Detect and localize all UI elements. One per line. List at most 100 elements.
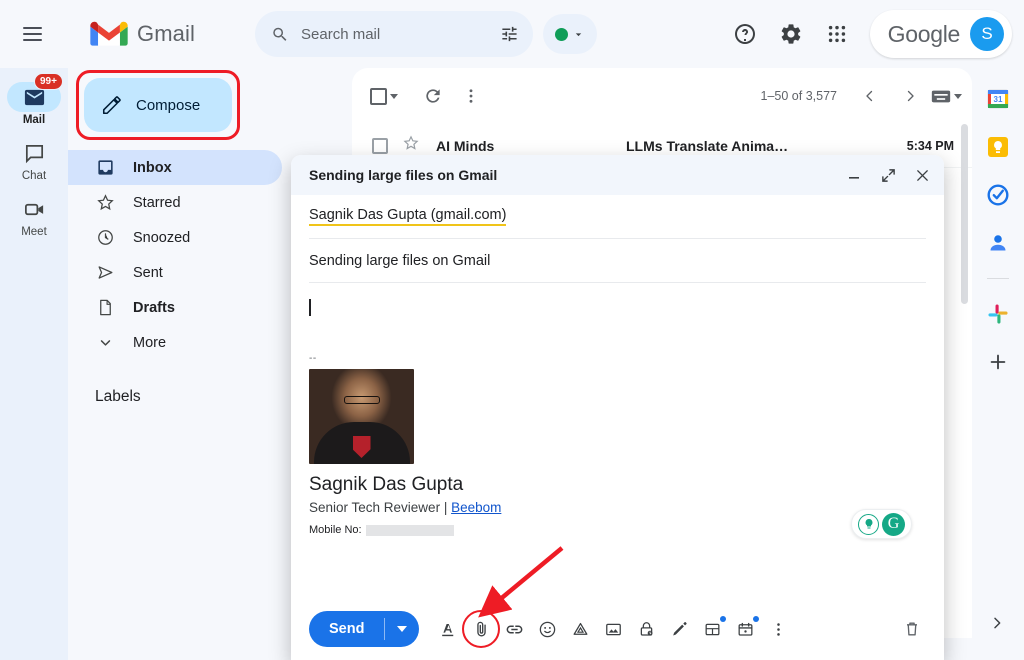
insert-emoji-icon[interactable] — [532, 614, 562, 644]
compose-body[interactable]: -- Sagnik Das Gupta Senior Tech Reviewer… — [309, 283, 926, 601]
signature-mobile: Mobile No: — [309, 524, 926, 536]
google-wordmark: Google — [888, 21, 960, 48]
signature-mobile-label: Mobile No: — [309, 524, 362, 536]
sidebar-label-drafts: Drafts — [133, 300, 175, 316]
gmail-logo[interactable]: Gmail — [90, 20, 195, 48]
compose-to-field[interactable]: Sagnik Das Gupta (gmail.com) — [309, 195, 926, 239]
side-panel: 31 — [972, 68, 1024, 660]
sidebar-item-snoozed[interactable]: Snoozed — [68, 220, 282, 255]
schedule-new-badge — [753, 616, 759, 622]
search-area — [255, 11, 597, 57]
confidential-mode-icon[interactable] — [631, 614, 661, 644]
pagination-text: 1–50 of 3,577 — [761, 89, 837, 103]
select-all-checkbox[interactable] — [370, 77, 398, 115]
rail-item-chat[interactable]: Chat — [2, 134, 66, 188]
compose-subject-field[interactable]: Sending large files on Gmail — [309, 239, 926, 283]
trash-icon[interactable] — [896, 613, 928, 645]
gear-icon[interactable] — [770, 13, 812, 55]
search-icon — [271, 24, 289, 45]
more-options-icon[interactable] — [763, 614, 793, 644]
signature-name: Sagnik Das Gupta — [309, 474, 926, 496]
compose-label: Compose — [136, 97, 200, 114]
schedule-send-icon[interactable] — [730, 614, 760, 644]
compose-title: Sending large files on Gmail — [309, 167, 497, 183]
pencil-icon — [101, 94, 123, 116]
compose-toolbar — [433, 614, 793, 644]
sidebar-item-drafts[interactable]: Drafts — [68, 290, 282, 325]
google-keep-icon[interactable] — [985, 134, 1011, 160]
row-time: 5:34 PM — [907, 139, 954, 153]
chevron-right-icon[interactable] — [891, 77, 929, 115]
compose-button[interactable]: Compose — [84, 78, 232, 132]
signature-role: Senior Tech Reviewer | Beebom — [309, 500, 926, 515]
rail-label-chat: Chat — [22, 170, 46, 182]
sidebar-item-starred[interactable]: Starred — [68, 185, 282, 220]
star-outline-icon[interactable] — [402, 134, 420, 157]
signature-company-link[interactable]: Beebom — [451, 500, 501, 515]
mail-unread-badge: 99+ — [34, 73, 63, 90]
svg-text:31: 31 — [994, 95, 1003, 104]
compose-window-controls — [844, 165, 932, 185]
grammarly-badge[interactable]: G — [851, 509, 912, 539]
expand-side-panel-button[interactable] — [989, 615, 1005, 636]
recipient-chip[interactable]: Sagnik Das Gupta (gmail.com) — [309, 207, 506, 226]
grammarly-assistant-icon — [858, 514, 879, 535]
row-subject: LLMs Translate Anima… — [626, 138, 907, 154]
keyboard-icon[interactable] — [931, 77, 962, 115]
account-button[interactable]: Google S — [870, 10, 1012, 58]
chevron-down-icon — [572, 28, 585, 41]
rail-item-meet[interactable]: Meet — [2, 190, 66, 244]
insert-photo-icon[interactable] — [598, 614, 628, 644]
redacted-phone-number — [366, 525, 454, 536]
fullscreen-icon[interactable] — [878, 165, 898, 185]
clock-icon — [95, 228, 115, 247]
sidebar-item-more[interactable]: More — [68, 325, 282, 360]
chevron-down-icon — [954, 94, 962, 99]
meet-icon — [23, 198, 46, 221]
signature-separator: -- — [309, 353, 926, 364]
mail-list-scrollbar[interactable] — [961, 124, 968, 304]
send-icon — [95, 263, 115, 282]
rail-label-meet: Meet — [21, 226, 47, 238]
google-contacts-icon[interactable] — [985, 230, 1011, 256]
attach-file-icon[interactable] — [466, 614, 496, 644]
compose-window: Sending large files on Gmail Sagnik Das … — [291, 155, 944, 660]
more-vertical-icon[interactable] — [452, 77, 490, 115]
close-icon[interactable] — [912, 165, 932, 185]
sidebar-item-sent[interactable]: Sent — [68, 255, 282, 290]
insert-signature-icon[interactable] — [664, 614, 694, 644]
chevron-down-icon — [95, 333, 115, 352]
insert-link-icon[interactable] — [499, 614, 529, 644]
chevron-down-icon — [397, 626, 407, 632]
refresh-icon[interactable] — [414, 77, 452, 115]
sidebar-label-more: More — [133, 335, 166, 351]
slack-icon[interactable] — [985, 301, 1011, 327]
formatting-options-icon[interactable] — [433, 614, 463, 644]
google-tasks-icon[interactable] — [985, 182, 1011, 208]
send-options-button[interactable] — [385, 626, 419, 632]
google-calendar-icon[interactable]: 31 — [985, 86, 1011, 112]
status-selector[interactable] — [543, 14, 597, 54]
search-input[interactable] — [301, 26, 500, 43]
chat-icon — [23, 142, 46, 165]
send-button[interactable]: Send — [309, 611, 419, 647]
text-cursor — [309, 299, 311, 316]
layout-new-badge — [720, 616, 726, 622]
minimize-icon[interactable] — [844, 165, 864, 185]
avatar[interactable]: S — [970, 17, 1004, 51]
apps-grid-icon[interactable] — [816, 13, 858, 55]
help-icon[interactable] — [724, 13, 766, 55]
insert-drive-icon[interactable] — [565, 614, 595, 644]
tune-icon[interactable] — [500, 23, 519, 45]
add-ons-plus-icon[interactable] — [985, 349, 1011, 375]
grammarly-logo-icon: G — [882, 513, 905, 536]
mail-list-toolbar: 1–50 of 3,577 — [352, 68, 972, 124]
sidebar-item-inbox[interactable]: Inbox — [68, 150, 282, 185]
chevron-left-icon[interactable] — [851, 77, 889, 115]
compose-header[interactable]: Sending large files on Gmail — [291, 155, 944, 195]
search-bar[interactable] — [255, 11, 533, 57]
row-checkbox[interactable] — [372, 138, 388, 154]
rail-item-mail[interactable]: 99+ Mail — [2, 78, 66, 132]
layout-icon[interactable] — [697, 614, 727, 644]
hamburger-icon[interactable] — [8, 10, 56, 58]
